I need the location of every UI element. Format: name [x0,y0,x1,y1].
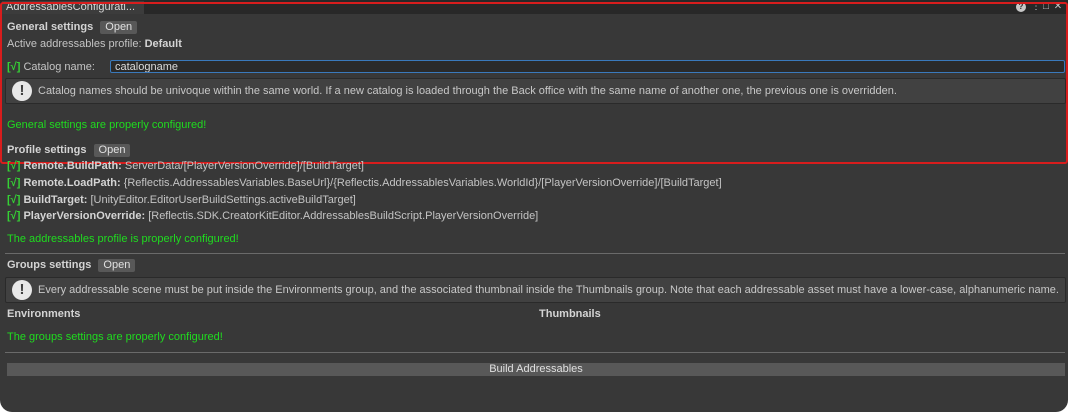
active-profile-value: Default [144,38,182,50]
profile-item-value: {Reflectis.AddressablesVariables.BaseUrl… [123,177,722,189]
active-profile-label: Active addressables profile: [7,38,142,50]
profile-item-value: [Reflectis.SDK.CreatorKitEditor.Addressa… [148,210,539,222]
check-icon: [√] [7,210,21,222]
groups-settings-header: Groups settings Open [7,258,136,272]
catalog-name-row: [√] Catalog name: [7,60,95,74]
groups-open-button[interactable]: Open [98,259,136,272]
active-profile-line: Active addressables profile: Default [7,37,182,51]
profile-item-value: [UnityEditor.EditorUserBuildSettings.act… [90,194,356,206]
profile-open-button[interactable]: Open [93,144,131,157]
divider [5,352,1065,353]
editor-window: AddressablesConfigurati... ? ⋮ □ ✕ Gener… [0,0,1068,412]
profile-item-value: ServerData/[PlayerVersionOverride]/[Buil… [124,160,364,172]
catalog-name-label: Catalog name: [23,61,95,73]
profile-item: [√] Remote.LoadPath: {Reflectis.Addressa… [7,176,722,190]
general-status: General settings are properly configured… [7,119,207,131]
environments-column-header: Environments [7,308,81,320]
divider [5,253,1065,254]
profile-item: [√] PlayerVersionOverride: [Reflectis.SD… [7,209,538,223]
profile-status: The addressables profile is properly con… [7,233,239,245]
profile-item-key: BuildTarget: [23,194,88,206]
build-addressables-button[interactable]: Build Addressables [7,363,1065,376]
profile-item-key: PlayerVersionOverride: [23,210,146,222]
catalog-info-box: ! Catalog names should be univoque withi… [5,78,1066,104]
profile-item-key: Remote.BuildPath: [23,160,122,172]
general-settings-header: General settings Open [7,20,138,34]
profile-settings-title: Profile settings [7,144,87,156]
info-icon: ! [12,81,32,101]
profile-item-key: Remote.LoadPath: [23,177,121,189]
info-icon: ! [12,280,32,300]
check-icon: [√] [7,177,21,189]
catalog-info-text: Catalog names should be univoque within … [38,85,897,97]
profile-item: [√] BuildTarget: [UnityEditor.EditorUser… [7,193,356,207]
profile-settings-header: Profile settings Open [7,143,131,157]
groups-status: The groups settings are properly configu… [7,331,223,343]
groups-info-text: Every addressable scene must be put insi… [38,284,1059,296]
catalog-name-input[interactable] [110,60,1065,73]
thumbnails-column-header: Thumbnails [539,308,601,320]
groups-info-box: ! Every addressable scene must be put in… [5,277,1066,303]
profile-item: [√] Remote.BuildPath: ServerData/[Player… [7,159,364,173]
catalog-check-icon: [√] [7,61,21,73]
groups-settings-title: Groups settings [7,259,92,271]
general-open-button[interactable]: Open [100,21,138,34]
check-icon: [√] [7,194,21,206]
general-settings-title: General settings [7,21,94,33]
check-icon: [√] [7,160,21,172]
